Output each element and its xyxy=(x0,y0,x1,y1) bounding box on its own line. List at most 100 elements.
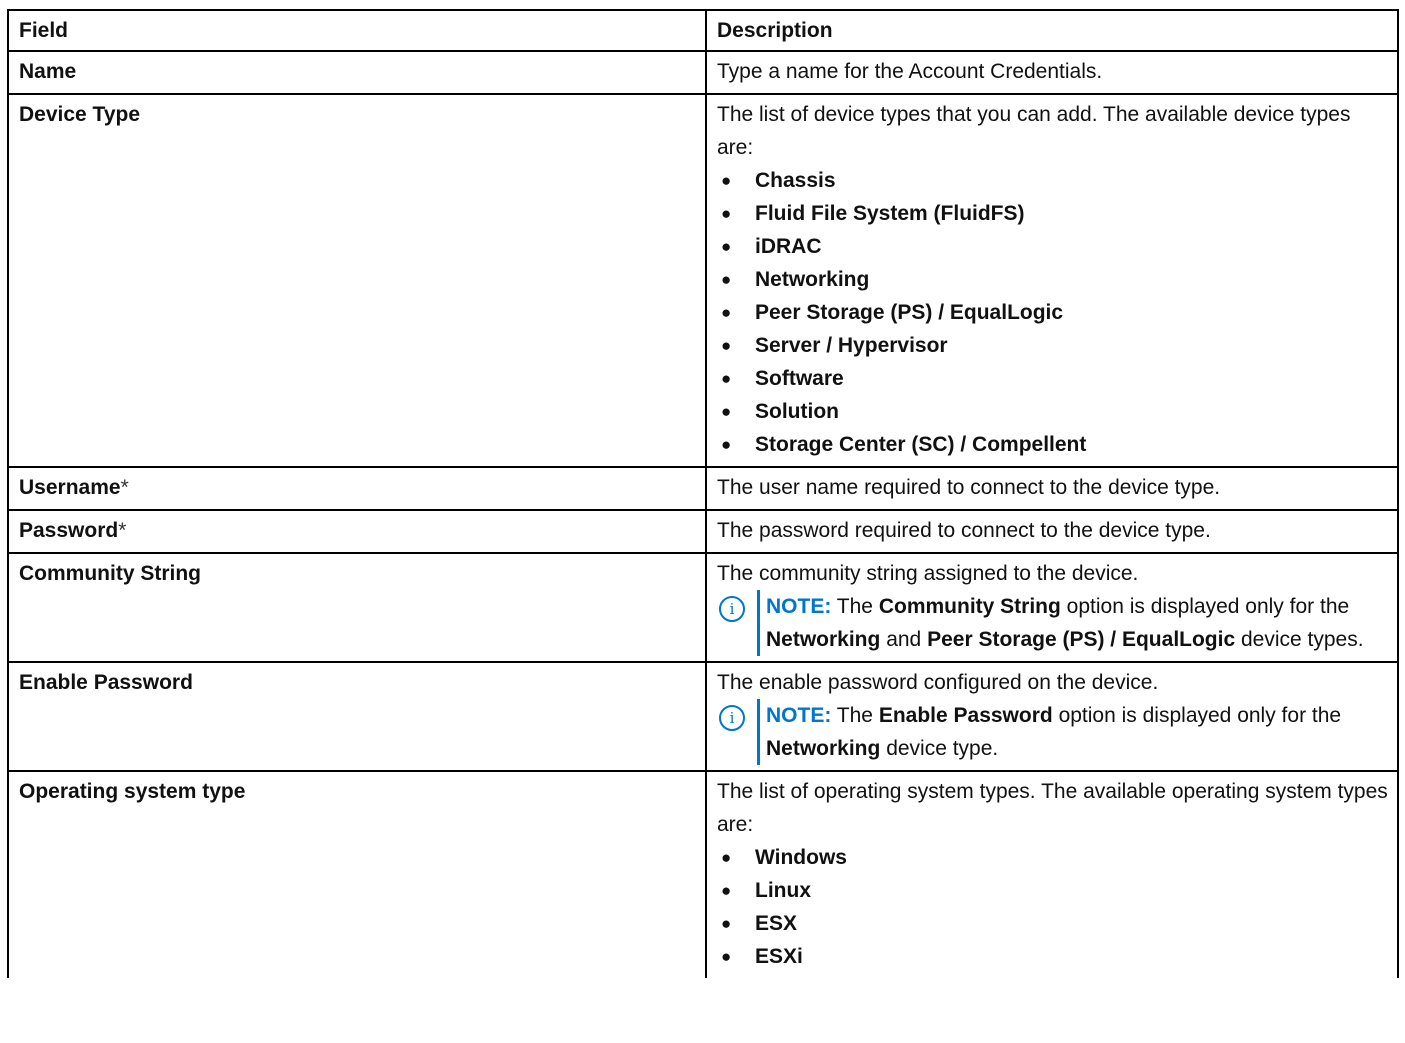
description-cell: The list of operating system types. The … xyxy=(705,770,1399,978)
option-label: ESX xyxy=(755,912,798,935)
description-cell: The password required to connect to the … xyxy=(705,509,1399,554)
field-cell: Operating system type xyxy=(7,770,707,978)
note-fragment: and xyxy=(886,628,922,651)
bullet-icon: ● xyxy=(721,369,732,388)
list-item: ● Chassis xyxy=(717,164,1389,197)
note-fragment: The xyxy=(836,704,873,727)
option-label: Windows xyxy=(755,846,847,869)
note-emphasis: Networking xyxy=(766,628,881,651)
table-row-username: Username* The user name required to conn… xyxy=(7,466,1399,511)
list-item: ● Server / Hypervisor xyxy=(717,329,1389,362)
bullet-icon: ● xyxy=(721,848,732,867)
list-item: ● ESXi xyxy=(717,940,1389,973)
field-name: Name xyxy=(19,60,77,83)
bullet-icon: ● xyxy=(721,336,732,355)
required-mark: * xyxy=(118,519,127,542)
list-item: ● iDRAC xyxy=(717,230,1389,263)
option-label: Networking xyxy=(755,268,870,291)
field-cell: Device Type xyxy=(7,93,707,468)
description-cell: The enable password configured on the de… xyxy=(705,661,1399,772)
option-label: Storage Center (SC) / Compellent xyxy=(755,433,1087,456)
field-cell: Username* xyxy=(7,466,707,511)
field-name: Community String xyxy=(19,562,201,585)
field-cell: Name xyxy=(7,50,707,95)
description-text: The community string assigned to the dev… xyxy=(717,562,1139,585)
device-type-list: ● Chassis ● Fluid File System (FluidFS) ● i… xyxy=(717,164,1389,461)
field-cell: Community String xyxy=(7,552,707,663)
description-text: The user name required to connect to the… xyxy=(717,476,1221,499)
list-item: ● Windows xyxy=(717,841,1389,874)
field-name: Device Type xyxy=(19,103,141,126)
table-row-name: Name Type a name for the Account Credent… xyxy=(7,50,1399,95)
note-block: i NOTE: The Enable Password option is di… xyxy=(717,699,1389,765)
description-cell: The user name required to connect to the… xyxy=(705,466,1399,511)
table-row-device-type: Device Type The list of device types tha… xyxy=(7,93,1399,468)
option-label: ESXi xyxy=(755,945,803,968)
bullet-icon: ● xyxy=(721,237,732,256)
note-label: NOTE: xyxy=(766,595,832,618)
note-emphasis: Networking xyxy=(766,737,881,760)
field-name: Username xyxy=(19,476,121,499)
field-name: Enable Password xyxy=(19,671,193,694)
credentials-field-table: Field Description Name Type a name for t… xyxy=(7,9,1399,978)
bullet-icon: ● xyxy=(721,303,732,322)
note-fragment: option is displayed only for the xyxy=(1058,704,1342,727)
description-cell: Type a name for the Account Credentials. xyxy=(705,50,1399,95)
option-label: Fluid File System (FluidFS) xyxy=(755,202,1025,225)
option-label: Server / Hypervisor xyxy=(755,334,948,357)
os-type-list: ● Windows ● Linux ● ESX ● ESXi xyxy=(717,841,1389,973)
note-emphasis: Enable Password xyxy=(878,704,1053,727)
field-cell: Enable Password xyxy=(7,661,707,772)
note-label: NOTE: xyxy=(766,704,832,727)
field-cell: Password* xyxy=(7,509,707,554)
option-label: iDRAC xyxy=(755,235,822,258)
list-item: ● ESX xyxy=(717,907,1389,940)
bullet-icon: ● xyxy=(721,435,732,454)
description-text: Type a name for the Account Credentials. xyxy=(717,60,1103,83)
bullet-icon: ● xyxy=(721,402,732,421)
table-row-community-string: Community String The community string as… xyxy=(7,552,1399,663)
option-label: Peer Storage (PS) / EqualLogic xyxy=(755,301,1064,324)
list-item: ● Networking xyxy=(717,263,1389,296)
option-label: Linux xyxy=(755,879,811,902)
list-item: ● Peer Storage (PS) / EqualLogic xyxy=(717,296,1389,329)
header-description: Description xyxy=(705,9,1399,52)
header-field: Field xyxy=(7,9,707,52)
option-label: Software xyxy=(755,367,844,390)
note-fragment: device type. xyxy=(886,737,999,760)
required-mark: * xyxy=(120,476,129,499)
note-fragment: device types. xyxy=(1241,628,1364,651)
bullet-icon: ● xyxy=(721,881,732,900)
description-cell: The community string assigned to the dev… xyxy=(705,552,1399,663)
note-text: NOTE: The Community String option is dis… xyxy=(757,590,1389,656)
note-emphasis: Peer Storage (PS) / EqualLogic xyxy=(927,628,1236,651)
note-block: i NOTE: The Community String option is d… xyxy=(717,590,1389,656)
table-row-os-type: Operating system type The list of operat… xyxy=(7,770,1399,978)
note-text: NOTE: The Enable Password option is disp… xyxy=(757,699,1389,765)
field-name: Password xyxy=(19,519,119,542)
option-label: Chassis xyxy=(755,169,836,192)
table-header-row: Field Description xyxy=(7,9,1399,52)
list-item: ● Software xyxy=(717,362,1389,395)
description-text: The list of operating system types. The … xyxy=(717,780,1388,836)
option-label: Solution xyxy=(755,400,839,423)
list-item: ● Linux xyxy=(717,874,1389,907)
list-item: ● Storage Center (SC) / Compellent xyxy=(717,428,1389,461)
description-text: The enable password configured on the de… xyxy=(717,671,1159,694)
table-row-password: Password* The password required to conne… xyxy=(7,509,1399,554)
list-item: ● Fluid File System (FluidFS) xyxy=(717,197,1389,230)
info-icon: i xyxy=(719,705,745,731)
note-fragment: option is displayed only for the xyxy=(1066,595,1350,618)
table-row-enable-password: Enable Password The enable password conf… xyxy=(7,661,1399,772)
field-name: Operating system type xyxy=(19,780,246,803)
note-fragment: The xyxy=(836,595,873,618)
description-text: The password required to connect to the … xyxy=(717,519,1211,542)
bullet-icon: ● xyxy=(721,270,732,289)
list-item: ● Solution xyxy=(717,395,1389,428)
info-icon: i xyxy=(719,596,745,622)
bullet-icon: ● xyxy=(721,171,732,190)
bullet-icon: ● xyxy=(721,204,732,223)
bullet-icon: ● xyxy=(721,947,732,966)
note-emphasis: Community String xyxy=(878,595,1061,618)
description-text: The list of device types that you can ad… xyxy=(717,103,1351,159)
